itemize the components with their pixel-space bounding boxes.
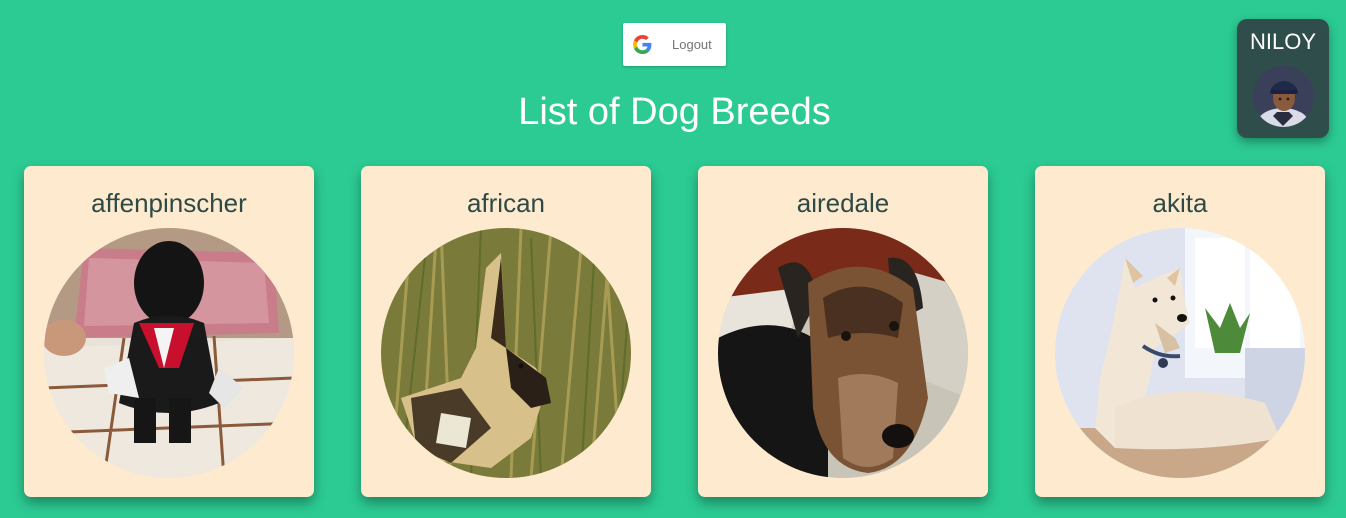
breed-name: akita [1152, 188, 1208, 218]
logout-label: Logout [672, 37, 712, 52]
breed-card-akita[interactable]: akita [1035, 166, 1325, 497]
breed-name: african [466, 188, 546, 218]
african-photo [381, 228, 631, 478]
page-title: List of Dog Breeds [518, 91, 831, 133]
affenpinscher-photo [44, 228, 294, 478]
user-avatar [1253, 66, 1314, 127]
breed-card-african[interactable]: african [361, 166, 651, 497]
google-logout-button[interactable]: Logout [623, 23, 726, 66]
breed-name: airedale [796, 188, 890, 218]
akita-photo [1055, 228, 1305, 478]
user-profile-card[interactable]: NILOY [1237, 19, 1329, 138]
breed-name: affenpinscher [91, 188, 247, 218]
airedale-photo [718, 228, 968, 478]
google-g-icon [633, 35, 652, 54]
breed-card-affenpinscher[interactable]: affenpinscher [24, 166, 314, 497]
user-name: NILOY [1249, 29, 1317, 54]
breed-card-airedale[interactable]: airedale [698, 166, 988, 497]
